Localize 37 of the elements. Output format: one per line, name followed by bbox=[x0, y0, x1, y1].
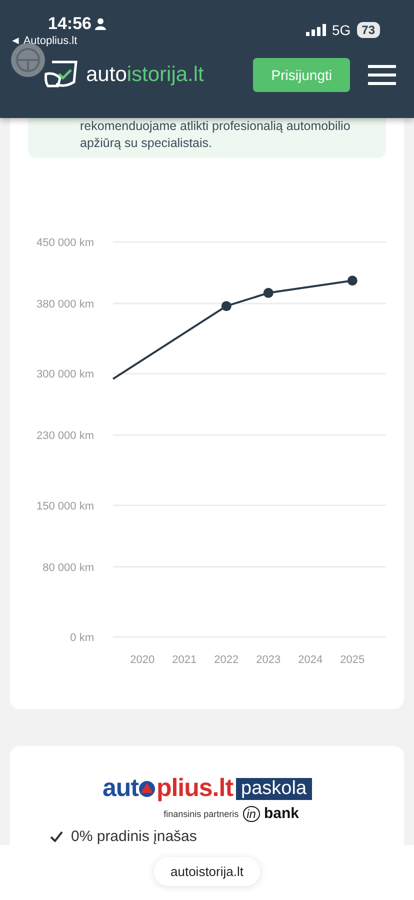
axis-label: 2020 bbox=[130, 654, 155, 666]
axis-label: 2025 bbox=[340, 654, 365, 666]
battery-level: 73 bbox=[356, 22, 380, 38]
partner-label: finansinis partneris bbox=[164, 808, 239, 818]
brand-text: aut bbox=[102, 774, 138, 803]
notice-text: rekomenduojame atlikti profesionalią automobilio apžiūrą su specialistais. bbox=[28, 118, 386, 158]
feature-text: 0% pradinis įnašas bbox=[71, 828, 197, 845]
person-icon bbox=[95, 18, 106, 30]
axis-label: 150 000 km bbox=[36, 500, 94, 512]
bank-logo-text: bank bbox=[264, 805, 299, 822]
axis-label: 2023 bbox=[256, 654, 281, 666]
menu-icon[interactable] bbox=[368, 65, 396, 85]
axis-label: 2022 bbox=[214, 654, 239, 666]
axis-label: 380 000 km bbox=[36, 298, 94, 310]
car-shield-icon bbox=[44, 60, 80, 90]
axis-label: 450 000 km bbox=[36, 237, 94, 249]
network-label: 5G bbox=[332, 22, 351, 38]
axis-label: 2021 bbox=[172, 654, 197, 666]
clock: 14:56 bbox=[48, 14, 92, 34]
bank-logo-text: in bbox=[242, 806, 260, 822]
axis-label: 2024 bbox=[298, 654, 323, 666]
back-link[interactable]: ◄ Autoplius.lt bbox=[10, 35, 106, 47]
logo-text[interactable]: auto bbox=[86, 63, 127, 86]
url-pill[interactable]: autoistorija.lt bbox=[154, 857, 260, 886]
axis-label: 80 000 km bbox=[42, 562, 94, 574]
data-point bbox=[221, 301, 232, 312]
data-point bbox=[263, 288, 274, 298]
signal-icon bbox=[306, 24, 326, 36]
axis-label: 230 000 km bbox=[36, 430, 94, 442]
brand-text: plius.lt bbox=[156, 774, 234, 803]
product-label: paskola bbox=[236, 778, 312, 800]
triangle-logo-icon bbox=[138, 780, 156, 798]
data-point bbox=[347, 276, 358, 286]
logo-text[interactable]: istorija.lt bbox=[126, 63, 204, 86]
axis-label: 300 000 km bbox=[36, 368, 94, 381]
check-icon bbox=[50, 831, 63, 842]
axis-label: 0 km bbox=[70, 632, 94, 644]
